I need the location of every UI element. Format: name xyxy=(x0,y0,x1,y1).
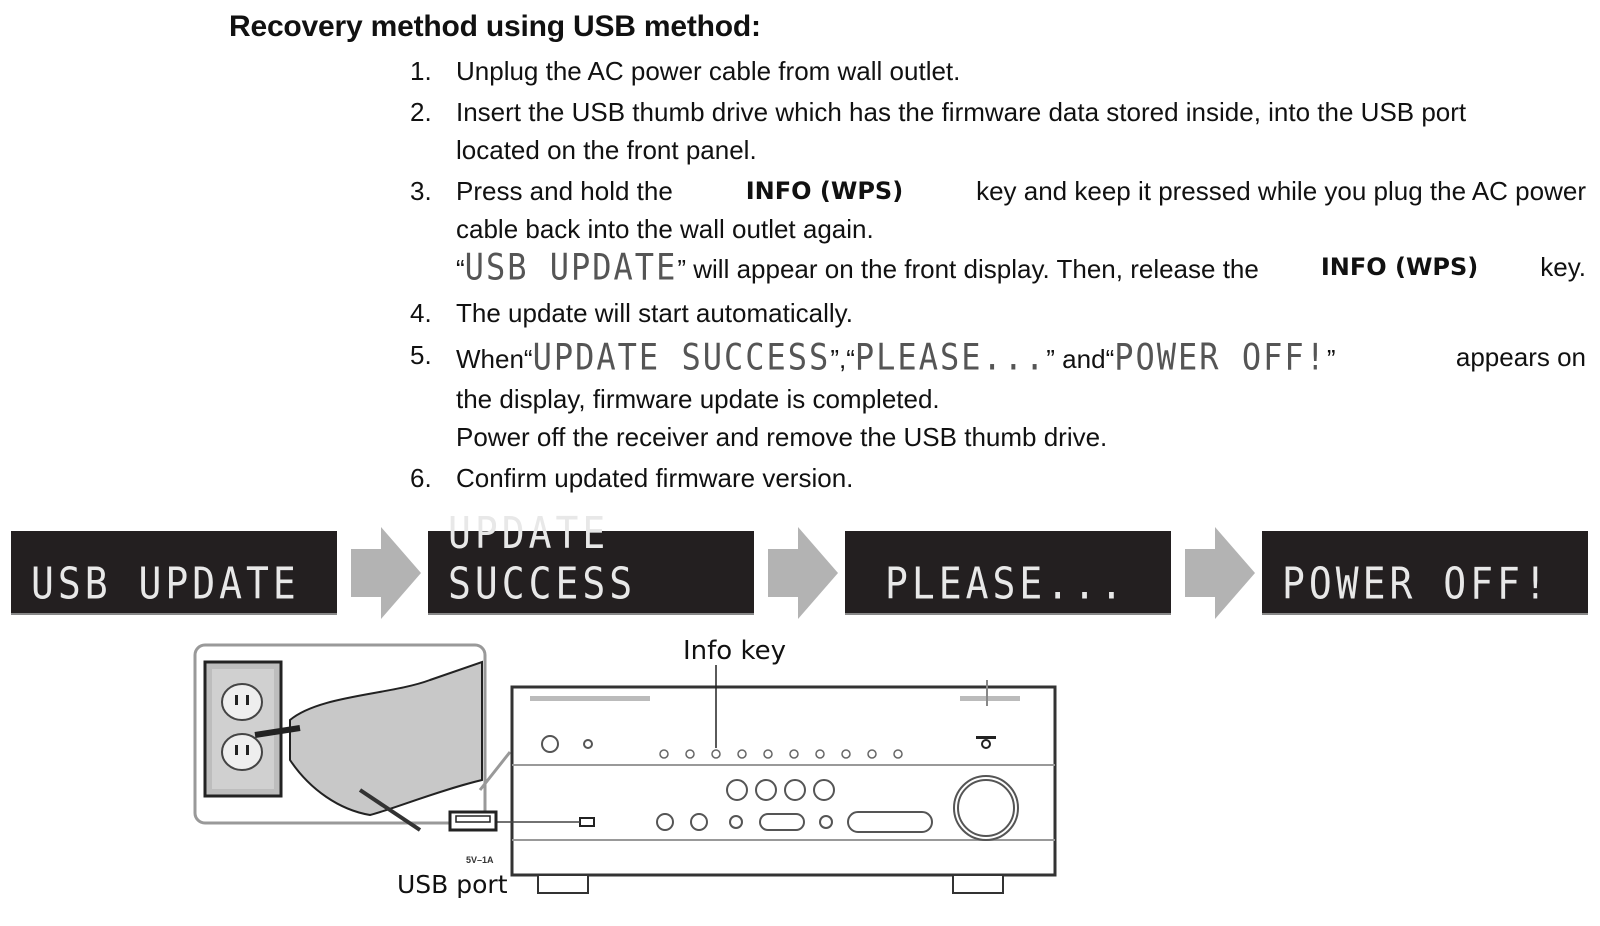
page-title: Recovery method using USB method: xyxy=(229,10,761,43)
lcd-panel-text: USB UPDATE xyxy=(31,558,300,609)
info-wps-key-label: INFO (WPS) xyxy=(745,177,904,205)
lcd-text-please: PLEASE... xyxy=(854,335,1047,379)
step-text: and xyxy=(1062,344,1106,374)
quote-open: “ xyxy=(456,254,465,284)
step-number: 4. xyxy=(410,298,432,328)
step-text: Unplug the AC power cable from wall outl… xyxy=(456,56,961,86)
lcd-text-update-success: UPDATE SUCCESS xyxy=(532,335,831,379)
lcd-panel-text: PLEASE... xyxy=(885,558,1127,609)
lcd-panel: USB UPDATE xyxy=(11,531,337,615)
step-3: 3. Press and hold the INFO (WPS) key and… xyxy=(410,172,1590,289)
outlet-callout xyxy=(193,643,512,832)
step-text: Insert the USB thumb drive which has the… xyxy=(456,97,1467,127)
quote-close: ” xyxy=(677,254,686,284)
usb-port-icon xyxy=(579,817,595,827)
step-number: 3. xyxy=(410,176,432,206)
step-number: 2. xyxy=(410,97,432,127)
step-6: 6. Confirm updated firmware version. xyxy=(410,459,1590,497)
display-sequence: USB UPDATE UPDATE SUCCESS PLEASE... POWE… xyxy=(11,508,1591,619)
step-text: appears on xyxy=(1455,342,1586,372)
lcd-panel: PLEASE... xyxy=(845,531,1171,615)
arrow-right-icon xyxy=(1185,527,1255,619)
step-text: Press and hold the xyxy=(456,176,673,206)
usb-rating-label: 5V–1A xyxy=(466,855,494,865)
lcd-panel-text: POWER OFF! xyxy=(1282,558,1551,609)
step-1: 1. Unplug the AC power cable from wall o… xyxy=(410,52,1590,90)
step-number: 5. xyxy=(410,340,432,370)
step-5: 5. When“UPDATE SUCCESS”,“PLEASE...” and“… xyxy=(410,335,1590,456)
step-text: cable back into the wall outlet again. xyxy=(456,214,874,244)
step-text: Power off the receiver and remove the US… xyxy=(456,422,1108,452)
receiver-illustration xyxy=(193,643,1057,894)
info-wps-key-label: INFO (WPS) xyxy=(1320,253,1479,281)
lcd-panel: POWER OFF! xyxy=(1262,531,1588,615)
step-text: located on the front panel. xyxy=(456,135,757,165)
step-text: When xyxy=(456,344,524,374)
step-4: 4. The update will start automatically. xyxy=(410,294,1590,332)
av-receiver xyxy=(448,665,1057,894)
usb-port-label: USB port xyxy=(397,870,508,899)
steps-list: 1. Unplug the AC power cable from wall o… xyxy=(410,52,1590,497)
step-text: The update will start automatically. xyxy=(456,298,853,328)
info-key-label: Info key xyxy=(683,636,786,666)
arrow-right-icon xyxy=(351,527,421,619)
lcd-text-usb-update: USB UPDATE xyxy=(464,245,678,289)
step-text: key and keep it pressed while you plug t… xyxy=(976,176,1586,206)
separator: , xyxy=(838,344,847,374)
step-number: 6. xyxy=(410,463,432,493)
step-number: 1. xyxy=(410,56,432,86)
lcd-text-power-off: POWER OFF! xyxy=(1114,335,1327,379)
lcd-panel: UPDATE SUCCESS xyxy=(428,508,754,615)
step-text: Confirm updated firmware version. xyxy=(456,463,854,493)
arrow-right-icon xyxy=(768,527,838,619)
step-text: will appear on the front display. Then, … xyxy=(693,254,1259,284)
step-text: key. xyxy=(1540,252,1586,282)
step-text: the display, firmware update is complete… xyxy=(456,384,940,414)
lcd-panel-text: UPDATE SUCCESS xyxy=(448,507,637,609)
step-2: 2. Insert the USB thumb drive which has … xyxy=(410,93,1590,169)
